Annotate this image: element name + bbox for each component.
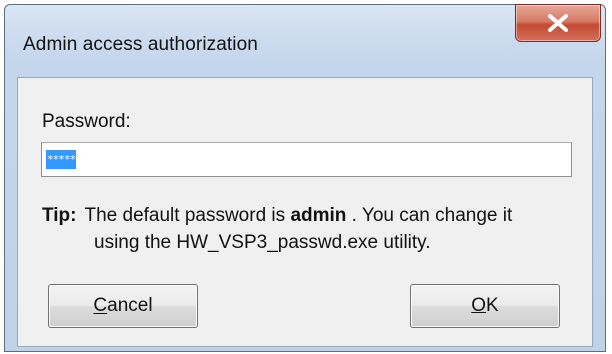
window-title: Admin access authorization bbox=[23, 34, 258, 55]
tip-text-before: The default password is bbox=[84, 205, 291, 226]
password-input[interactable]: ***** bbox=[41, 142, 572, 177]
dialog-content: Password: ***** Tip: The default password… bbox=[17, 77, 593, 347]
cancel-button-label: Cancel bbox=[93, 295, 153, 316]
dialog-window: Admin access authorization Password: ***… bbox=[4, 4, 606, 352]
tip-text: Tip: The default password is admin . You … bbox=[42, 202, 512, 256]
password-value: ***** bbox=[46, 150, 76, 169]
default-password: admin bbox=[290, 205, 347, 226]
tip-text-after: . You can change it bbox=[346, 205, 513, 226]
close-icon bbox=[547, 14, 569, 32]
password-label: Password: bbox=[42, 111, 131, 132]
title-bar[interactable]: Admin access authorization bbox=[5, 4, 605, 77]
tip-line-2: using the HW_VSP3_passwd.exe utility. bbox=[94, 232, 431, 253]
close-button[interactable] bbox=[515, 4, 601, 42]
cancel-button[interactable]: Cancel bbox=[48, 284, 198, 328]
tip-heading: Tip: bbox=[42, 205, 77, 226]
ok-button[interactable]: OK bbox=[410, 284, 560, 328]
ok-button-label: OK bbox=[471, 295, 499, 316]
